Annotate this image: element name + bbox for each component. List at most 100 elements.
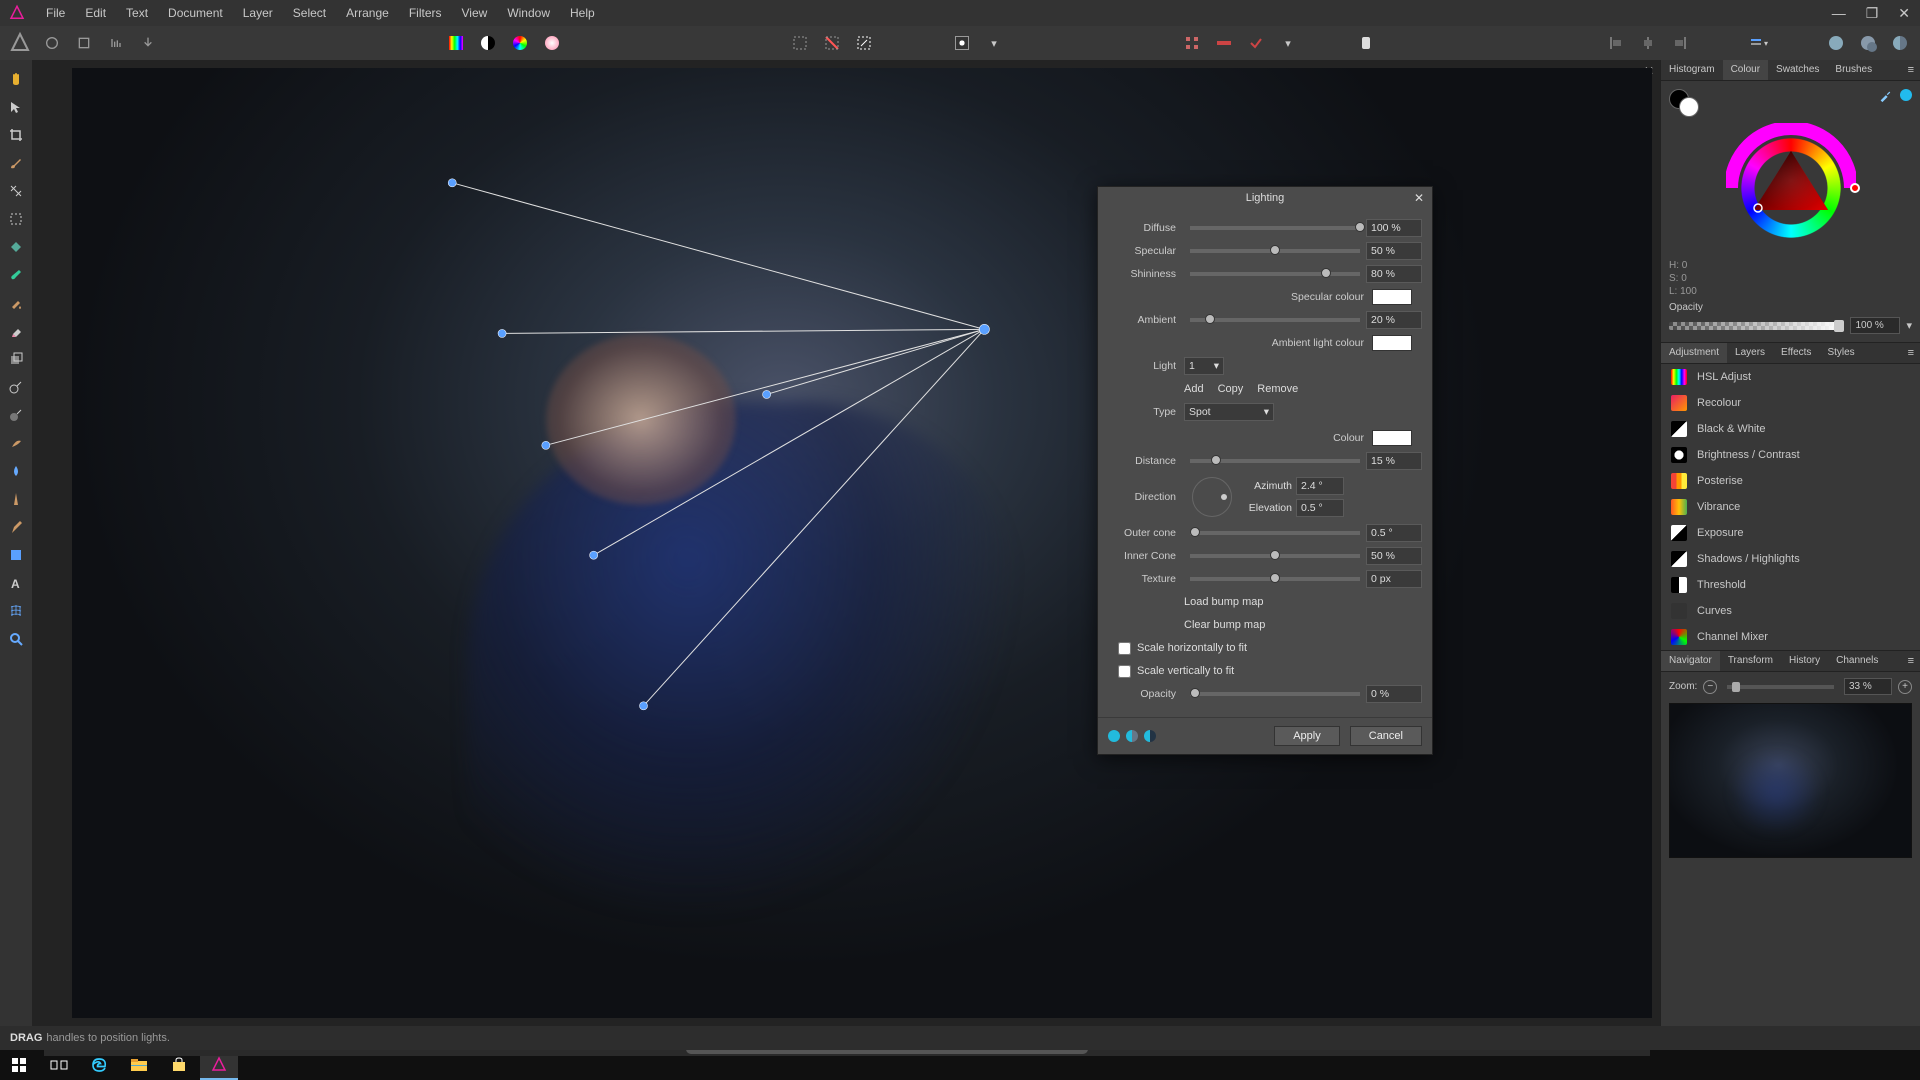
adjustment-item[interactable]: Black & White [1661,416,1920,442]
adjustment-item[interactable]: Recolour [1661,390,1920,416]
quickmask-icon[interactable] [950,31,974,55]
dialog-opacity-slider[interactable] [1190,692,1360,696]
smudge-tool-icon[interactable] [5,432,27,454]
panel-menu3-icon[interactable]: ≡ [1902,651,1920,671]
mesh-tool-icon[interactable] [5,600,27,622]
copy-light-button[interactable]: Copy [1218,383,1244,395]
light-select[interactable]: 1▾ [1184,357,1224,375]
persona-tone-icon[interactable] [104,31,128,55]
crop-tool-icon[interactable] [5,124,27,146]
cancel-button[interactable]: Cancel [1350,726,1422,746]
hand-tool-icon[interactable] [5,68,27,90]
align-right-icon[interactable] [1668,31,1692,55]
colour-wheel[interactable] [1726,123,1856,253]
tab-layers[interactable]: Layers [1727,343,1773,363]
colour-wheel-icon[interactable] [508,31,532,55]
persona-liquify-icon[interactable] [40,31,64,55]
maximize-icon[interactable]: ❐ [1856,1,1889,26]
diffuse-slider[interactable] [1190,226,1360,230]
specular-value[interactable]: 50 % [1366,242,1422,260]
menu-layer[interactable]: Layer [233,2,283,24]
start-icon[interactable] [0,1050,38,1080]
minimize-icon[interactable]: — [1822,1,1856,26]
persona-export-icon[interactable] [136,31,160,55]
ambient-value[interactable]: 20 % [1366,311,1422,329]
menu-text[interactable]: Text [116,2,158,24]
paint-tool-icon[interactable] [5,264,27,286]
adjustment-item[interactable]: Exposure [1661,520,1920,546]
preset1-icon[interactable] [1108,730,1120,742]
zoom-in-icon[interactable]: + [1898,680,1912,694]
snap-options-icon[interactable] [1244,31,1268,55]
move-tool-icon[interactable] [5,96,27,118]
menu-window[interactable]: Window [497,2,560,24]
close-icon[interactable]: ✕ [1888,1,1920,26]
selection-add-icon[interactable] [820,31,844,55]
tab-styles[interactable]: Styles [1819,343,1862,363]
inner-cone-value[interactable]: 50 % [1366,547,1422,565]
direction-knob[interactable] [1192,477,1232,517]
fill-tool-icon[interactable] [5,292,27,314]
assistant-icon[interactable] [1354,31,1378,55]
text-tool-icon[interactable]: A [5,572,27,594]
adjustment-item[interactable]: Channel Mixer [1661,624,1920,650]
menu-document[interactable]: Document [158,2,233,24]
dialog-opacity-value[interactable]: 0 % [1366,685,1422,703]
clear-bump-button[interactable]: Clear bump map [1184,619,1265,631]
adjustment-item[interactable]: Shadows / Highlights [1661,546,1920,572]
zoom-tool-icon[interactable] [5,628,27,650]
arrange-dropdown-icon[interactable]: ▾ [1746,31,1770,55]
preset3-icon[interactable] [1144,730,1156,742]
adjustment-item[interactable]: Vibrance [1661,494,1920,520]
clone-tool-icon[interactable] [5,348,27,370]
shape-tool-icon[interactable] [5,544,27,566]
picker-icon[interactable] [1878,89,1892,117]
shininess-slider[interactable] [1190,272,1360,276]
tab-swatches[interactable]: Swatches [1768,60,1827,80]
adjustment-item[interactable]: Brightness / Contrast [1661,442,1920,468]
tab-channels[interactable]: Channels [1828,651,1886,671]
remove-light-button[interactable]: Remove [1257,383,1298,395]
apply-button[interactable]: Apply [1274,726,1340,746]
menu-arrange[interactable]: Arrange [336,2,399,24]
sharpen-tool-icon[interactable] [5,488,27,510]
tab-effects[interactable]: Effects [1773,343,1819,363]
gradient-icon[interactable] [540,31,564,55]
persona-photo-icon[interactable] [8,31,32,55]
blur-tool-icon[interactable] [5,460,27,482]
tab-transform[interactable]: Transform [1720,651,1781,671]
type-select[interactable]: Spot▾ [1184,403,1274,421]
tab-adjustment[interactable]: Adjustment [1661,343,1727,363]
menu-select[interactable]: Select [283,2,336,24]
panel-menu-icon[interactable]: ≡ [1902,60,1920,80]
navigator-preview[interactable] [1669,703,1912,858]
light-colour-swatch[interactable] [1372,430,1412,446]
tab-colour[interactable]: Colour [1723,60,1768,80]
brush-tool-icon[interactable] [5,152,27,174]
boolean-sub-icon[interactable] [1856,31,1880,55]
adjustment-item[interactable]: HSL Adjust [1661,364,1920,390]
healing-tool-icon[interactable] [5,180,27,202]
dropdown-icon[interactable]: ▾ [982,31,1006,55]
elevation-value[interactable]: 0.5 ° [1296,499,1344,517]
inner-cone-slider[interactable] [1190,554,1360,558]
zoom-slider[interactable] [1727,685,1834,689]
ambient-colour-swatch[interactable] [1372,335,1412,351]
panel-menu2-icon[interactable]: ≡ [1902,343,1920,363]
persona-develop-icon[interactable] [72,31,96,55]
adjustment-item[interactable]: Threshold [1661,572,1920,598]
dodge-tool-icon[interactable] [5,376,27,398]
align-left-icon[interactable] [1604,31,1628,55]
tab-history[interactable]: History [1781,651,1828,671]
boolean-add-icon[interactable] [1824,31,1848,55]
marquee-tool-icon[interactable] [5,208,27,230]
preset2-icon[interactable] [1126,730,1138,742]
texture-slider[interactable] [1190,577,1360,581]
dialog-title[interactable]: Lighting ✕ [1098,187,1432,209]
outer-cone-value[interactable]: 0.5 ° [1366,524,1422,542]
menu-edit[interactable]: Edit [75,2,116,24]
tab-navigator[interactable]: Navigator [1661,651,1720,671]
selection-sub-icon[interactable] [852,31,876,55]
dropdown2-icon[interactable]: ▾ [1276,31,1300,55]
zoom-value[interactable]: 33 % [1844,678,1892,695]
